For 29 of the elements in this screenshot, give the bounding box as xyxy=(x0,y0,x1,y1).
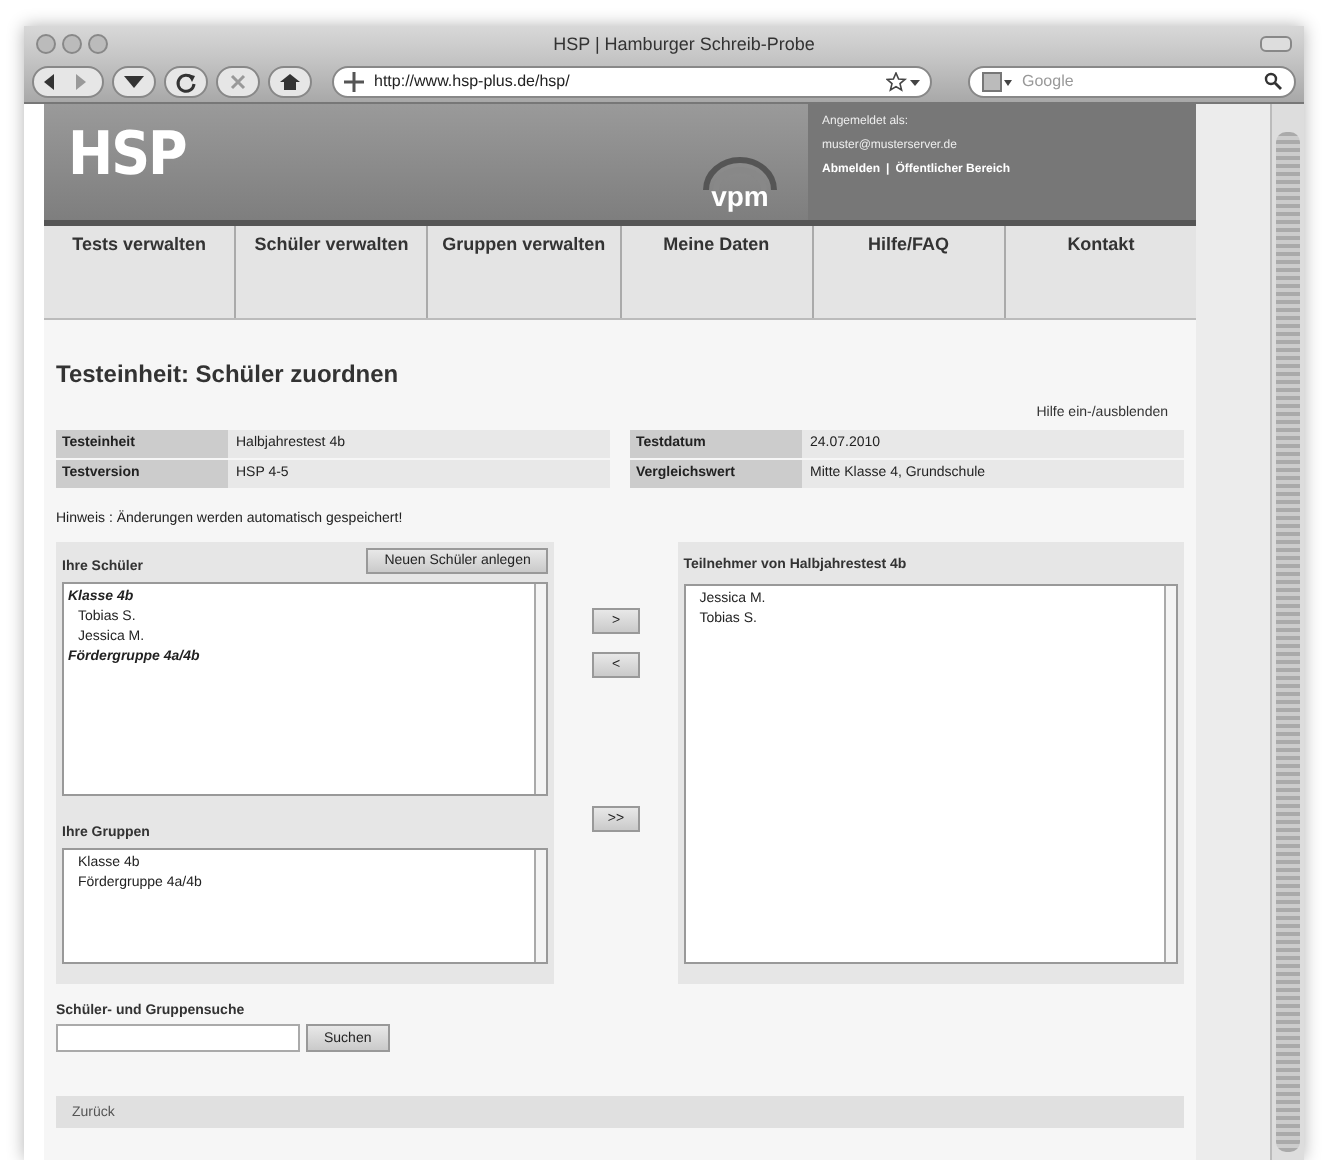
plus-icon[interactable] xyxy=(342,69,366,93)
scrollbar[interactable] xyxy=(1164,586,1176,962)
scrollbar[interactable] xyxy=(534,850,547,962)
scrollbar[interactable] xyxy=(534,584,547,794)
star-icon[interactable] xyxy=(886,71,922,91)
download-icon[interactable] xyxy=(112,65,156,97)
search-icon xyxy=(1264,72,1282,90)
nav-tab[interactable]: Meine Daten xyxy=(621,226,814,318)
minimize-button[interactable] xyxy=(62,33,82,53)
window-title: HSP | Hamburger Schreib-Probe xyxy=(551,33,817,53)
back-forward-icon[interactable] xyxy=(32,65,104,97)
toolbar-toggle-button[interactable] xyxy=(1260,35,1292,51)
nav-tab[interactable]: Hilfe/FAQ xyxy=(813,226,1006,318)
nav-tab[interactable]: Tests verwalten xyxy=(44,226,237,318)
page-heading: Testeinheit: Schüler zuordnen xyxy=(56,360,401,388)
nav-tab[interactable]: Gruppen verwalten xyxy=(428,226,622,318)
zoom-button[interactable] xyxy=(88,33,108,53)
publisher-logo[interactable]: vpm xyxy=(700,156,780,212)
home-icon[interactable] xyxy=(268,65,312,97)
reload-icon[interactable] xyxy=(164,65,208,97)
arc-icon xyxy=(700,156,780,192)
scrollbar-thumb[interactable] xyxy=(1276,132,1300,1152)
search-input[interactable] xyxy=(56,1024,300,1052)
address-field[interactable]: http://www.hsp-plus.de/hsp/ xyxy=(332,65,932,97)
nav-tab[interactable]: Schüler verwalten xyxy=(236,226,429,318)
page-scrollbar[interactable] xyxy=(1270,104,1304,1160)
nav-tab[interactable]: Kontakt xyxy=(1005,226,1197,318)
search-engine-icon xyxy=(982,71,1014,91)
close-button[interactable] xyxy=(36,33,56,53)
